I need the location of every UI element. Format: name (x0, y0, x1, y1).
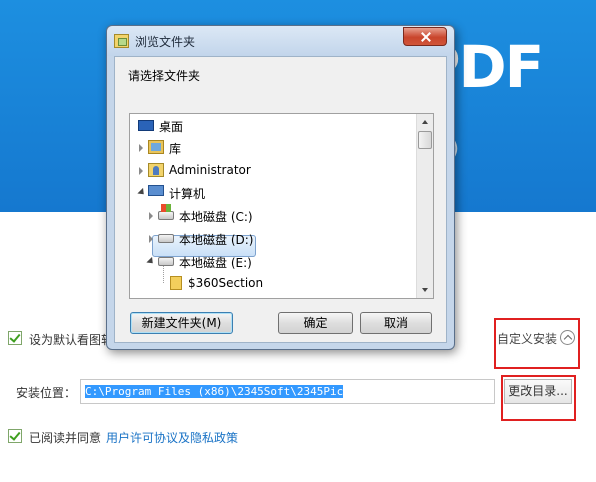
folder-tree[interactable]: 桌面 库 Administrator 计算机 本地磁盘 (C:) 本地磁盘 (D… (129, 113, 434, 299)
cancel-button[interactable]: 取消 (360, 312, 432, 334)
collapse-arrow-icon[interactable] (146, 256, 156, 267)
dialog-content: 请选择文件夹 桌面 库 Administrator 计算机 本地磁盘 (C:) … (114, 56, 447, 343)
browse-folder-icon (114, 34, 129, 48)
scroll-thumb[interactable] (418, 131, 432, 149)
folder-icon (170, 276, 182, 290)
tree-item-label: 本地磁盘 (D:) (179, 233, 254, 247)
tree-item-label: 桌面 (159, 120, 184, 134)
expand-arrow-icon[interactable] (149, 212, 153, 220)
highlight-box-custom-install (494, 318, 580, 369)
tree-item-drive-c[interactable]: 本地磁盘 (C:) (130, 204, 416, 227)
tree-item-desktop[interactable]: 桌面 (130, 115, 416, 137)
highlight-box-change-directory (501, 375, 576, 421)
dialog-prompt: 请选择文件夹 (128, 69, 201, 83)
default-viewer-checkbox[interactable] (8, 331, 22, 345)
tree-item-library[interactable]: 库 (130, 137, 416, 159)
scroll-down-icon[interactable] (417, 281, 433, 298)
new-folder-button[interactable]: 新建文件夹(M) (130, 312, 233, 334)
license-link[interactable]: 用户许可协议及隐私政策 (106, 429, 238, 446)
drive-icon (158, 234, 174, 243)
dialog-titlebar[interactable]: 浏览文件夹 (107, 26, 454, 56)
library-icon (148, 140, 164, 154)
tree-item-drive-e[interactable]: 本地磁盘 (E:) (130, 251, 416, 273)
drive-icon (158, 257, 174, 266)
agree-label: 已阅读并同意 (29, 431, 102, 445)
dialog-title: 浏览文件夹 (135, 35, 196, 49)
tree-item-label: 库 (169, 142, 182, 156)
install-location-label: 安装位置： (16, 386, 77, 400)
tree-scrollbar[interactable] (416, 114, 433, 298)
browse-folder-dialog: 浏览文件夹 请选择文件夹 桌面 库 Administrator 计算机 本地磁盘… (106, 25, 455, 350)
tree-item-administrator[interactable]: Administrator (130, 160, 416, 182)
tree-item-label: 本地磁盘 (E:) (179, 256, 252, 270)
expand-arrow-icon[interactable] (139, 144, 143, 152)
tree-item-computer[interactable]: 计算机 (130, 182, 416, 204)
ok-button[interactable]: 确定 (278, 312, 353, 334)
computer-icon (148, 185, 164, 196)
close-button[interactable] (403, 27, 447, 46)
expand-arrow-icon[interactable] (139, 167, 143, 175)
tree-item-360section[interactable]: $360Section (130, 273, 416, 295)
collapse-arrow-icon[interactable] (137, 187, 147, 198)
tree-item-label: Administrator (169, 163, 251, 177)
install-path-value: C:\Program Files (x86)\2345Soft\2345Pic (85, 385, 344, 398)
user-folder-icon (148, 163, 164, 177)
install-path-input[interactable]: C:\Program Files (x86)\2345Soft\2345Pic (80, 379, 495, 404)
scroll-up-icon[interactable] (417, 114, 433, 131)
tree-item-drive-d[interactable]: 本地磁盘 (D:) (130, 228, 416, 250)
system-drive-icon (158, 204, 174, 220)
expand-arrow-icon[interactable] (149, 235, 153, 243)
tree-item-label: 本地磁盘 (C:) (179, 210, 253, 224)
tree-item-label: 计算机 (169, 187, 206, 201)
agree-checkbox[interactable] (8, 429, 22, 443)
desktop-icon (138, 120, 154, 131)
tree-item-label: $360Section (188, 276, 264, 290)
